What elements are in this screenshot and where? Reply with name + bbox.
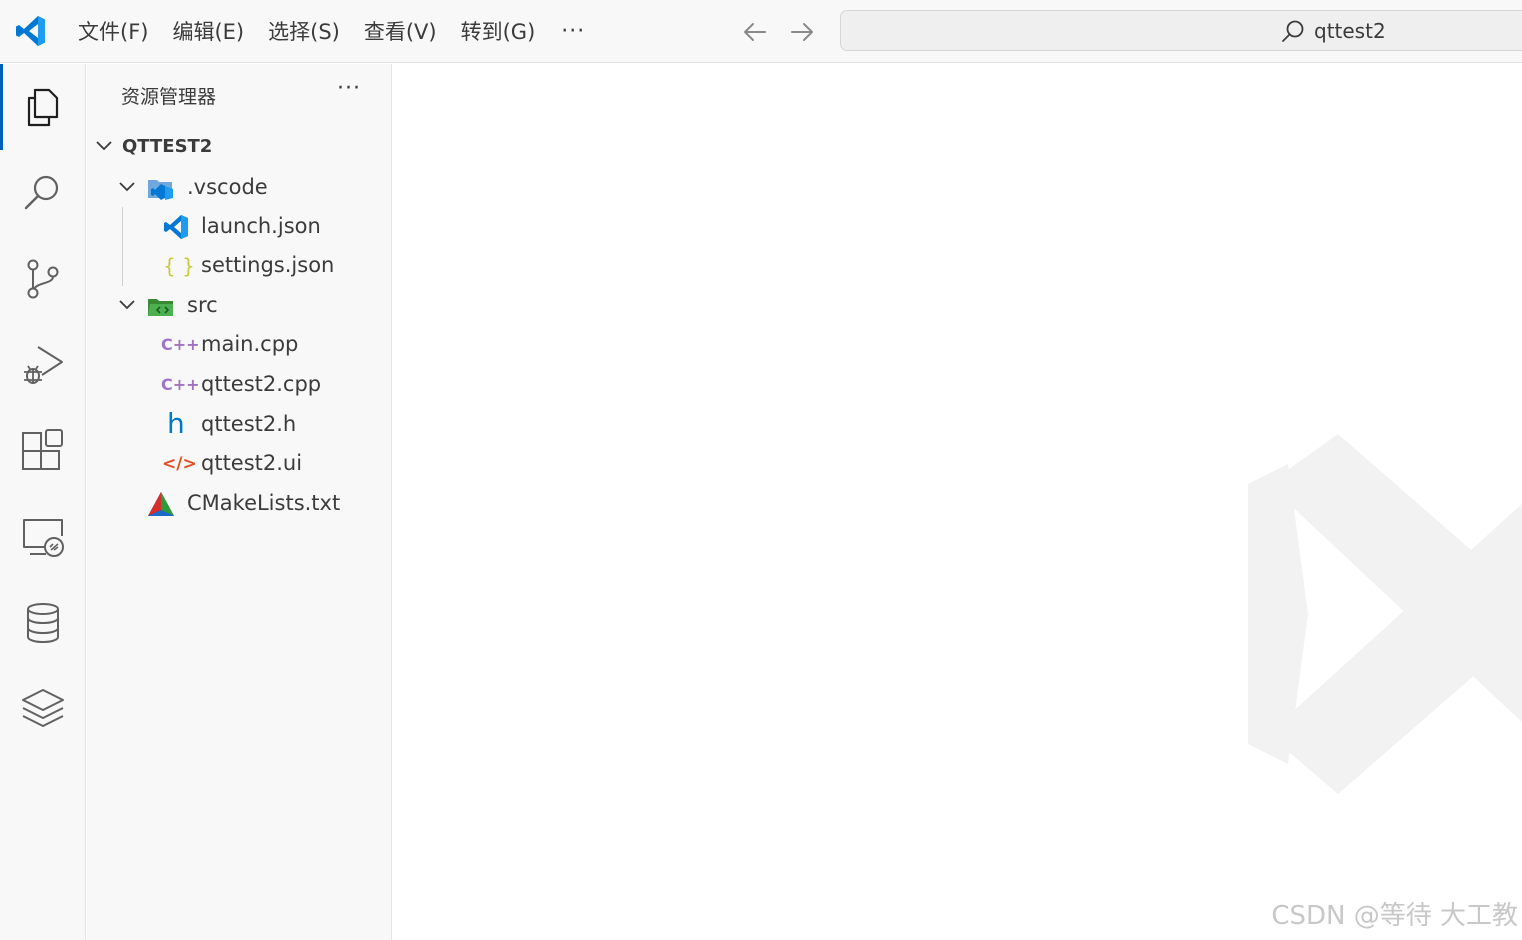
tree-file-settings-json[interactable]: { } settings.json [87,246,392,285]
activity-source-control[interactable] [0,236,86,322]
activity-database[interactable] [0,580,86,666]
activity-run-debug[interactable] [0,322,86,408]
activity-layers[interactable] [0,666,86,752]
sidebar-title: 资源管理器 [121,86,217,108]
tree-file-launch-json[interactable]: launch.json [87,207,392,246]
menu-go[interactable]: 转到(G) [449,12,548,52]
menu-view[interactable]: 查看(V) [352,12,449,52]
command-center-label: qttest2 [1314,19,1386,43]
source-control-icon [27,259,59,299]
activity-remote-explorer[interactable] [0,494,86,580]
menu-more-button[interactable]: ··· [547,12,599,52]
tree-file-qttest2-ui[interactable]: </> qttest2.ui [87,444,392,483]
run-debug-icon [24,346,63,384]
activity-bar [0,64,86,940]
database-icon [27,603,59,644]
vscode-icon [164,215,188,239]
xml-icon: </> [162,454,197,474]
chevron-down-icon [119,182,135,192]
tree-file-cmakelists[interactable]: CMakeLists.txt [87,484,392,523]
src-folder-icon [148,299,173,316]
remote-explorer-icon [23,519,64,557]
title-bar: 文件(F) 编辑(E) 选择(S) 查看(V) 转到(G) ··· qttest… [0,0,1522,63]
tree-file-qttest2-h[interactable]: h qttest2.h [87,405,392,444]
cpp-icon: C++ [161,335,200,354]
extensions-icon [22,429,63,470]
tree-root-label: QTTEST2 [122,136,213,157]
explorer-sidebar: 资源管理器 ··· QTTEST2 .vscode launch.json { … [87,64,392,940]
tree-item-label: qttest2.ui [201,451,303,475]
tree-folder-vscode[interactable]: .vscode [87,168,392,207]
vscode-watermark-icon [1248,434,1522,794]
command-center-search[interactable]: qttest2 [840,10,1522,51]
activity-extensions[interactable] [0,408,86,494]
search-icon [1282,20,1304,42]
sidebar-more-button[interactable]: ··· [337,76,361,101]
tree-item-label: src [187,293,218,317]
tree-file-main-cpp[interactable]: C++ main.cpp [87,325,392,364]
menu-bar: 文件(F) 编辑(E) 选择(S) 查看(V) 转到(G) ··· [66,0,599,63]
chevron-down-icon [96,141,112,151]
tree-item-label: settings.json [201,253,335,277]
csdn-watermark: CSDN @等待 大工教 [1271,901,1518,931]
tree-item-label: qttest2.h [201,412,297,436]
vscode-folder-icon [148,180,173,200]
chevron-down-icon [119,300,135,310]
tree-folder-src[interactable]: src [87,286,392,325]
back-arrow-icon[interactable] [741,18,769,46]
forward-arrow-icon[interactable] [788,18,816,46]
tree-item-label: qttest2.cpp [201,372,322,396]
editor-area: CSDN @等待 大工教 [393,64,1522,940]
activity-explorer[interactable] [0,64,86,150]
tree-root-qttest2[interactable]: QTTEST2 [87,127,392,166]
cmake-icon [148,492,174,516]
vscode-logo-icon[interactable] [14,14,48,48]
tree-file-qttest2-cpp[interactable]: C++ qttest2.cpp [87,365,392,404]
files-icon [27,88,59,127]
menu-edit[interactable]: 编辑(E) [160,12,256,52]
menu-file[interactable]: 文件(F) [66,12,160,52]
json-braces-icon: { } [163,254,195,278]
tree-item-label: main.cpp [201,332,299,356]
cpp-icon: C++ [161,375,200,394]
tree-item-label: CMakeLists.txt [187,491,341,515]
activity-search[interactable] [0,150,86,236]
layers-icon [22,689,64,727]
menu-selection[interactable]: 选择(S) [256,12,352,52]
tree-item-label: launch.json [201,214,321,238]
search-icon [24,175,59,210]
header-icon: h [167,407,185,440]
active-indicator [0,64,3,150]
tree-item-label: .vscode [187,175,268,199]
